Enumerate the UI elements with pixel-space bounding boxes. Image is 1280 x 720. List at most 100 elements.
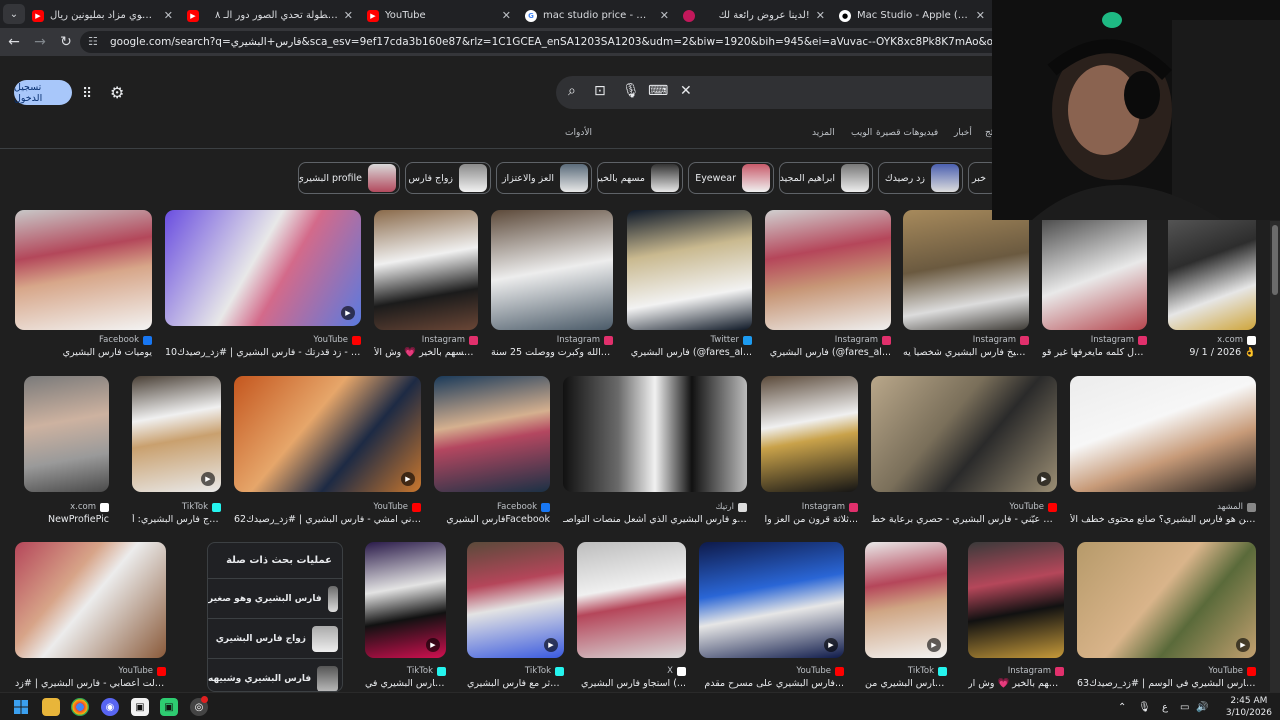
chip-6[interactable]: زد رصيدك: [878, 162, 963, 194]
webcam-feed: [992, 0, 1280, 220]
youtube-icon: [412, 502, 421, 512]
source-name: Instagram: [1090, 335, 1134, 345]
image-result[interactable]: ▶ YouTube كليب عيّني - فارس البشيري - حص…: [871, 376, 1057, 526]
tiktok-icon: [437, 666, 446, 676]
windows-logo-icon: [14, 700, 28, 714]
image-result[interactable]: ▶ TikTok لقاء مؤثر مع فارس البشيري...: [467, 542, 564, 692]
tab-short-videos[interactable]: فيديوهات قصيرة: [876, 128, 938, 138]
chrome-icon[interactable]: [71, 698, 89, 716]
tab-more[interactable]: المزيد: [812, 128, 835, 138]
site-info-icon[interactable]: ☷: [88, 35, 102, 49]
image-result[interactable]: ▶ YouTube خلوني امشي - فارس البشيري | #ز…: [234, 376, 421, 526]
close-icon[interactable]: ✕: [344, 9, 353, 22]
search-icon[interactable]: ⌕: [568, 83, 576, 99]
image-result[interactable]: ▶ YouTube زد قدرتك - فارس البشيري | #زد_…: [165, 210, 361, 360]
back-button[interactable]: ←: [2, 30, 26, 54]
image-result[interactable]: ▶ TikTok زواج فارس البشيري: أ...: [132, 376, 221, 526]
image-result[interactable]: YouTube عجزت ومالت أعصابي - فارس البشيري…: [15, 542, 166, 692]
related-item[interactable]: فارس البشيري وهو صغير: [208, 578, 342, 618]
image-result[interactable]: Instagram والله وكبرت ووصلت 25 سنة...: [491, 210, 613, 360]
close-icon[interactable]: ✕: [816, 9, 825, 22]
notification-dot: [201, 696, 208, 703]
chip-2[interactable]: العز والاعتزاز: [496, 162, 592, 194]
image-result[interactable]: X استجاو فارس البشيري (...: [577, 542, 686, 692]
tab-4[interactable]: G mac studio price - بحث Google ✕: [518, 5, 676, 27]
tab-3[interactable]: ▶ YouTube ✕: [360, 5, 518, 27]
microphone-icon[interactable]: 🎙: [622, 83, 640, 99]
chip-0[interactable]: البشيري profile: [298, 162, 400, 194]
search-box[interactable]: ⌕ ⊡ 🎙 ⌨ ✕: [556, 76, 1016, 109]
input-language[interactable]: ع: [1162, 702, 1180, 713]
tab-7[interactable]: ● Mac Studio - Apple (SA) ✕: [832, 5, 992, 27]
reload-button[interactable]: ↻: [54, 30, 78, 54]
tab-search-button[interactable]: ⌄: [3, 4, 25, 24]
tools-button[interactable]: الأدوات: [565, 128, 592, 138]
image-result[interactable]: Instagram ثلاثة قرون من العز وا...: [761, 376, 858, 526]
tab-2[interactable]: بطولة تحدي الصور دور الـ ٨ 🌙 ✕: [208, 5, 360, 27]
clear-icon[interactable]: ✕: [680, 83, 692, 99]
app-icon[interactable]: ▣: [160, 698, 178, 716]
chip-1[interactable]: زواج فارس: [405, 162, 491, 194]
tab-5[interactable]: [676, 5, 704, 27]
source-name: x.com: [1217, 335, 1243, 345]
tab-0[interactable]: ▶ فررت اسوي مزاد بمليونين ريال 😳 ✕: [25, 5, 180, 27]
image-result[interactable]: Instagram مسهم بالخير 💗 وش الأ...: [374, 210, 478, 360]
image-result[interactable]: Instagram فارس البشيري (@fares_al...: [765, 210, 891, 360]
image-result[interactable]: ▶ TikTok زواج فارس البشيري في...: [365, 542, 446, 692]
image-result[interactable]: Facebook فارس البشيريFacebook: [434, 376, 550, 526]
image-result[interactable]: x.com NewProfiePic: [24, 376, 109, 526]
close-icon[interactable]: ✕: [502, 9, 511, 22]
image-result[interactable]: المشهد من هو فارس البشيري؟ صانع محتوى خط…: [1070, 376, 1256, 526]
tab-1[interactable]: ▶: [180, 5, 208, 27]
tab-web[interactable]: الويب: [851, 128, 872, 138]
image-result[interactable]: Instagram الشيخ فارس البشيري شخصياً يه..…: [903, 210, 1029, 360]
image-result[interactable]: Facebook يوميات فارس البشيري: [15, 210, 152, 360]
result-source: YouTube: [796, 666, 844, 676]
arrow-left-icon: ←: [8, 34, 20, 50]
image-result[interactable]: ▶ YouTube فارس البشيري في الوسم | #زد_رص…: [1077, 542, 1256, 692]
related-item[interactable]: زواج فارس البشيري: [208, 618, 342, 658]
tab-news[interactable]: أخبار: [954, 128, 972, 138]
windows-start-icon[interactable]: [12, 698, 30, 716]
speaker-icon[interactable]: 🔊: [1196, 702, 1212, 713]
google-apps-icon[interactable]: ⠿: [82, 86, 92, 102]
image-result[interactable]: Instagram مسهم بالخير 💗 وش ار...: [968, 542, 1064, 692]
capcut-icon[interactable]: ▣: [131, 698, 149, 716]
close-icon[interactable]: ✕: [164, 9, 173, 22]
microphone-icon[interactable]: 🎙: [1138, 702, 1162, 713]
related-item[interactable]: فارس البشيري وشبيهه: [208, 658, 342, 691]
play-icon: ▶: [1037, 472, 1051, 486]
result-caption: زد قدرتك - فارس البشيري | #زد_رصيدك10 - …: [165, 347, 361, 358]
gear-icon[interactable]: ⚙: [110, 83, 124, 102]
scrollbar-thumb[interactable]: [1272, 225, 1278, 295]
chip-4[interactable]: Eyewear: [688, 162, 774, 194]
chip-5[interactable]: ابراهيم المجيدي: [779, 162, 873, 194]
source-name: TikTok: [907, 666, 934, 676]
taskbar-clock[interactable]: 2:45 AM 3/10/2026: [1226, 695, 1272, 719]
source-name: x.com: [70, 502, 96, 512]
keyboard-icon[interactable]: ⌨: [648, 83, 668, 99]
image-result[interactable]: ارتيك من هو فارس البشيري الذي أشعل منصات…: [563, 376, 747, 526]
result-thumbnail: [1070, 376, 1256, 492]
discord-icon[interactable]: ◉: [101, 698, 119, 716]
chip-thumb: [651, 164, 679, 192]
youtube-icon: [1048, 502, 1057, 512]
network-icon[interactable]: ▭: [1180, 702, 1196, 713]
tab-6[interactable]: لدينا عروض رائعة لك! ✕: [704, 5, 832, 27]
close-icon[interactable]: ✕: [976, 9, 985, 22]
sign-in-button[interactable]: تسجيل الدخول: [14, 80, 72, 105]
result-caption: من هو فارس البشيري؟ صانع محتوى خطف الأ..…: [1070, 514, 1256, 525]
close-icon[interactable]: ✕: [660, 9, 669, 22]
result-caption: الشيخ فارس البشيري شخصياً يه...: [903, 347, 1029, 358]
lens-icon[interactable]: ⊡: [594, 83, 606, 99]
image-result[interactable]: Twitter فارس البشيري (@fares_al...: [627, 210, 752, 360]
image-result[interactable]: ▶ YouTube فارس البشيري على مسرح مقدم...: [699, 542, 844, 692]
file-explorer-icon[interactable]: [42, 698, 60, 716]
chip-3[interactable]: مسهم بالخير: [597, 162, 683, 194]
forward-button[interactable]: →: [28, 30, 52, 54]
page-scrollbar[interactable]: [1270, 221, 1280, 720]
image-result[interactable]: Instagram قول كلمه مايعرفها غير قو...: [1042, 210, 1147, 360]
image-result[interactable]: x.com 9/ 1 / 2026 👌: [1168, 210, 1256, 360]
image-result[interactable]: ▶ TikTok موقف فارس البشيري من...: [865, 542, 947, 692]
chevron-up-icon[interactable]: ⌃: [1118, 702, 1138, 713]
